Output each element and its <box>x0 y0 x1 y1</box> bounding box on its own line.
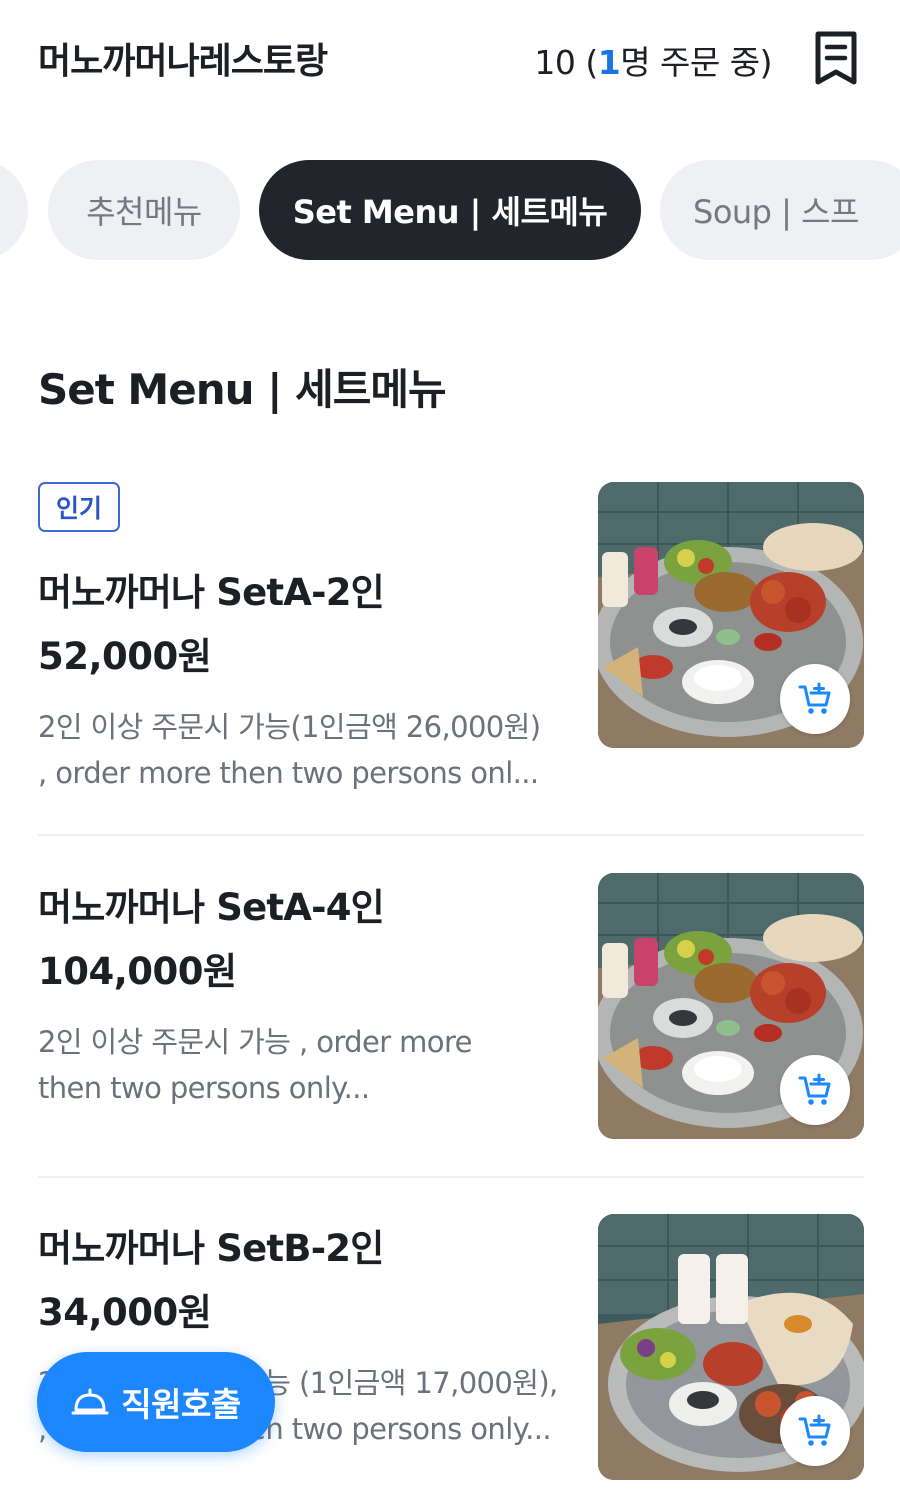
item-divider <box>38 834 864 836</box>
item-price: 52,000원 <box>38 635 212 678</box>
item-description-line: , order more then two persons onl... <box>38 756 539 790</box>
menu-item[interactable]: 머노까머나 SetA-4인 104,000원 2인 이상 주문시 가능 , or… <box>38 873 864 1143</box>
order-count: 1 <box>597 43 621 82</box>
item-name: 머노까머나 SetA-4인 <box>38 886 385 929</box>
header: 머노까머나레스토랑 10 (1명 주문 중) <box>0 0 900 115</box>
call-staff-button[interactable]: 직원호출 <box>37 1352 275 1452</box>
tab-set-menu[interactable]: Set Menu | 세트메뉴 <box>259 160 641 260</box>
item-description: 2인 이상 주문시 가능(1인금액 26,000원) , order more … <box>38 704 563 796</box>
receipt-icon <box>815 31 857 85</box>
cart-add-icon <box>798 1073 831 1105</box>
item-price: 104,000원 <box>38 950 237 993</box>
service-bell-icon <box>71 1388 109 1415</box>
item-photo[interactable] <box>598 873 864 1139</box>
section-title: Set Menu | 세트메뉴 <box>38 365 447 414</box>
call-staff-label: 직원호출 <box>121 1385 241 1424</box>
cart-add-icon <box>798 682 831 714</box>
tab-soup[interactable]: Soup | 스프 <box>660 160 900 260</box>
popular-badge: 인기 <box>38 482 120 532</box>
item-description: 2인 이상 주문시 가능 , order more then two perso… <box>38 1019 563 1111</box>
menu-item[interactable]: 인기 머노까머나 SetA-2인 52,000원 2인 이상 주문시 가능(1인… <box>38 482 864 802</box>
item-price: 34,000원 <box>38 1291 212 1334</box>
order-suffix: 명 주문 중) <box>620 43 772 82</box>
item-description-line: 2인 이상 주문시 가능 , order more <box>38 1025 472 1059</box>
add-to-cart-button[interactable] <box>780 1396 850 1466</box>
order-paren-open: ( <box>575 43 598 82</box>
item-name: 머노까머나 SetA-2인 <box>38 571 385 614</box>
table-order-status: 10 (1명 주문 중) <box>534 36 772 84</box>
item-description-line: 2인 이상 주문시 가능(1인금액 26,000원) <box>38 710 541 744</box>
cart-add-icon <box>798 1414 831 1446</box>
item-photo[interactable] <box>598 1214 864 1480</box>
add-to-cart-button[interactable] <box>780 1055 850 1125</box>
table-number: 10 <box>534 43 576 82</box>
category-tabs: 추천메뉴 Set Menu | 세트메뉴 Soup | 스프 <box>0 160 900 262</box>
item-description-line: then two persons only... <box>38 1071 370 1105</box>
tab-previous[interactable] <box>0 160 28 260</box>
item-divider <box>38 1176 864 1178</box>
item-photo[interactable] <box>598 482 864 748</box>
order-history-button[interactable] <box>810 30 862 88</box>
store-name: 머노까머나레스토랑 <box>38 41 328 82</box>
add-to-cart-button[interactable] <box>780 664 850 734</box>
tab-recommended[interactable]: 추천메뉴 <box>48 160 240 260</box>
item-name: 머노까머나 SetB-2인 <box>38 1227 384 1270</box>
